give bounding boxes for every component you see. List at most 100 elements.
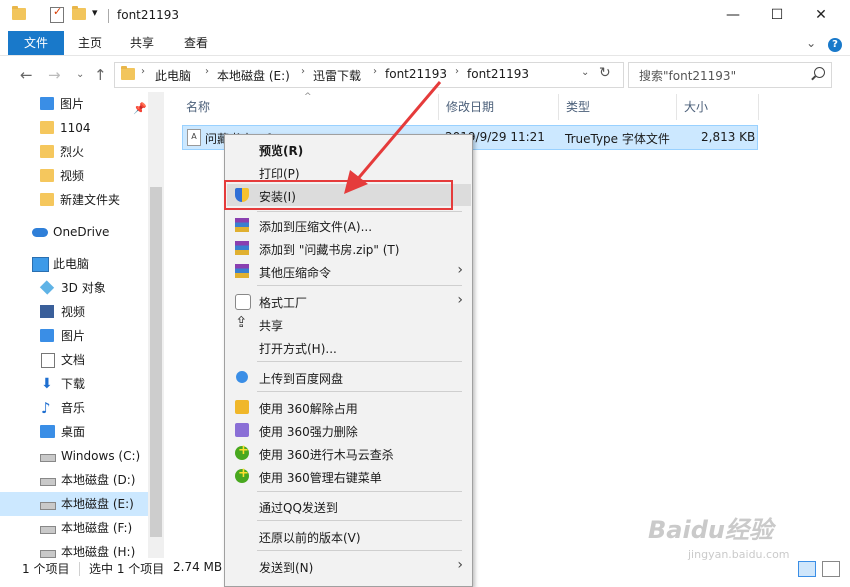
nav-item-onedrive[interactable]: OneDrive [0,220,148,244]
menu-separator [257,361,462,362]
nav-scrollbar-thumb[interactable] [150,187,162,537]
nav-item-drive-f[interactable]: 本地磁盘 (F:) [0,516,148,540]
status-selected: 选中 1 个项目 [89,562,165,576]
menu-item-label: 使用 360强力删除 [259,425,358,439]
menu-item-other-compress[interactable]: 其他压缩命令 › [227,260,471,282]
nav-item-3d-objects[interactable]: 3D 对象 [0,276,148,300]
menu-item-360-scan[interactable]: 使用 360进行木马云查杀 [227,442,471,464]
360-menu-icon [235,466,249,483]
breadcrumb-separator[interactable]: › [301,66,305,77]
breadcrumb-separator[interactable]: › [373,66,377,77]
menu-item-format-factory[interactable]: 格式工厂 › [227,290,471,312]
file-size: 2,813 KB [701,130,756,144]
nav-item-drive-e[interactable]: 本地磁盘 (E:) [0,492,148,516]
column-divider[interactable] [676,94,677,120]
menu-item-360-unlock[interactable]: 使用 360解除占用 [227,396,471,418]
column-header-modified[interactable]: 修改日期 [446,98,494,115]
breadcrumb-separator[interactable]: › [205,66,209,77]
nav-item-new-folder[interactable]: 新建文件夹 [0,188,148,212]
back-button[interactable]: ← [20,66,33,84]
menu-item-baidu-upload[interactable]: 上传到百度网盘 [227,366,471,388]
ribbon-right-controls: ⌄ ? [806,36,842,52]
menu-item-add-to-zip[interactable]: 添加到 "问藏书房.zip" (T) [227,237,471,259]
help-icon[interactable]: ? [828,38,842,52]
nav-item-1104[interactable]: 1104 [0,116,148,140]
menu-item-360-delete[interactable]: 使用 360强力删除 [227,419,471,441]
breadcrumb-separator[interactable]: › [455,66,459,77]
nav-item-label: 图片 [60,97,85,111]
folder-icon [40,145,54,158]
column-header-type[interactable]: 类型 [566,98,590,115]
nav-item-label: 本地磁盘 (E:) [61,497,134,511]
menu-item-send-to[interactable]: 发送到(N) › [227,555,471,577]
nav-item-videos-quick[interactable]: 视频 [0,164,148,188]
ribbon-expand-icon[interactable]: ⌄ [806,36,816,50]
breadcrumb-separator[interactable]: › [141,66,145,77]
nav-item-music[interactable]: 音乐 [0,396,148,420]
menu-item-open-with[interactable]: 打开方式(H)... [227,336,471,358]
recent-locations-button[interactable]: ⌄ [76,69,84,80]
nav-item-drive-h[interactable]: 本地磁盘 (H:) [0,540,148,558]
forward-button[interactable]: → [48,66,61,84]
nav-item-drive-d[interactable]: 本地磁盘 (D:) [0,468,148,492]
tab-file[interactable]: 文件 [8,31,64,55]
new-folder-icon[interactable] [72,6,86,20]
breadcrumb-font21193-parent[interactable]: font21193 [385,67,447,81]
menu-item-add-to-archive[interactable]: 添加到压缩文件(A)... [227,214,471,236]
search-input[interactable]: 搜索"font21193" [639,67,736,84]
column-divider[interactable] [758,94,759,120]
properties-icon[interactable] [50,5,64,23]
maximize-button[interactable]: ☐ [754,0,800,31]
menu-item-label: 使用 360解除占用 [259,402,358,416]
search-box[interactable]: 搜索"font21193" [628,62,832,88]
menu-item-restore-versions[interactable]: 还原以前的版本(V) [227,525,471,547]
nav-item-this-pc[interactable]: 此电脑 [0,252,148,276]
nav-item-documents[interactable]: 文档 [0,348,148,372]
status-size: 2.74 MB [173,560,223,574]
column-header-size[interactable]: 大小 [684,98,708,115]
breadcrumb-drive-e[interactable]: 本地磁盘 (E:) [217,67,290,84]
refresh-button[interactable]: ↻ [599,65,611,81]
menu-item-label: 还原以前的版本(V) [259,531,361,545]
winrar-icon [235,218,249,232]
menu-item-preview[interactable]: 预览(R) [227,138,471,160]
nav-item-desktop[interactable]: 桌面 [0,420,148,444]
menu-item-share[interactable]: 共享 [227,313,471,335]
close-button[interactable]: ✕ [798,0,844,31]
nav-item-label: 下载 [61,377,86,391]
search-icon[interactable] [814,67,825,78]
up-button[interactable]: ↑ [94,66,107,84]
breadcrumb-xunlei[interactable]: 迅雷下载 [313,67,361,84]
minimize-button[interactable]: — [710,0,756,31]
column-header-name[interactable]: 名称 [186,98,210,115]
share-icon [235,313,249,331]
watermark-logo: Baidu经验 [648,516,773,544]
address-bar[interactable]: › 此电脑 › 本地磁盘 (E:) › 迅雷下载 › font21193 › f… [114,62,624,88]
nav-item-pictures-quick[interactable]: 图片 📌 [0,92,148,116]
tab-view[interactable]: 查看 [178,31,214,55]
desktop-icon [40,425,55,438]
column-divider[interactable] [438,94,439,120]
breadcrumb-this-pc[interactable]: 此电脑 [155,67,191,84]
menu-item-qq-send[interactable]: 通过QQ发送到 [227,495,471,517]
format-factory-icon [235,294,251,310]
tab-share[interactable]: 共享 [124,31,160,55]
tab-home[interactable]: 主页 [72,31,108,55]
breadcrumb-font21193-current[interactable]: font21193 [467,67,529,81]
nav-item-downloads[interactable]: 下载 [0,372,148,396]
menu-separator [257,550,462,551]
nav-item-drive-c[interactable]: Windows (C:) [0,444,148,468]
nav-item-pictures[interactable]: 图片 [0,324,148,348]
column-divider[interactable] [558,94,559,120]
menu-item-label: 其他压缩命令 [259,266,332,280]
nav-item-liehuo[interactable]: 烈火 [0,140,148,164]
menu-separator [257,491,462,492]
winrar-icon [235,241,249,255]
menu-item-360-menu[interactable]: 使用 360管理右键菜单 [227,465,471,487]
menu-item-label: 添加到 "问藏书房.zip" (T) [259,243,400,257]
nav-item-videos[interactable]: 视频 [0,300,148,324]
navigation-pane: 图片 📌 1104 烈火 视频 新建文件夹 OneDrive 此电脑 3D 对象… [0,92,164,558]
nav-item-label: 文档 [61,353,86,367]
address-dropdown-icon[interactable]: ⌄ [581,67,589,78]
quick-access-dropdown-icon[interactable]: ▾ [92,6,98,19]
